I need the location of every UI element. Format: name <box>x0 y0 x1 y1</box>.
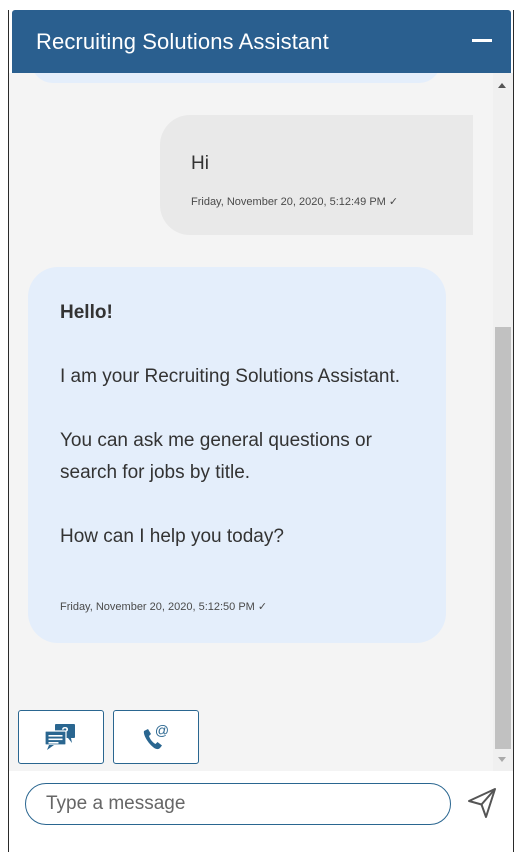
chat-window: Recruiting Solutions Assistant Hi Friday… <box>8 10 514 852</box>
bot-paragraph-help: You can ask me general questions or sear… <box>60 430 372 483</box>
bot-message-timestamp: Friday, November 20, 2020, 5:12:50 PM ✓ <box>60 601 268 613</box>
bot-paragraph-intro: I am your Recruiting Solutions Assistant… <box>60 366 401 387</box>
bot-message-body: Hello! I am your Recruiting Solutions As… <box>60 297 430 553</box>
svg-text:@: @ <box>155 722 169 738</box>
faq-quick-action-button[interactable]: ? <box>18 710 104 764</box>
message-input[interactable] <box>25 783 451 825</box>
scrollbar-thumb[interactable] <box>495 327 511 749</box>
faq-chat-icon: ? <box>44 724 75 750</box>
bot-greeting: Hello! <box>60 302 113 323</box>
send-icon <box>468 788 496 818</box>
bot-question: How can I help you today? <box>60 526 284 547</box>
chat-title: Recruiting Solutions Assistant <box>36 29 329 54</box>
scroll-up-arrow[interactable] <box>498 83 506 88</box>
phone-email-icon: @ <box>143 722 169 750</box>
chat-header: Recruiting Solutions Assistant <box>12 10 511 73</box>
message-scrollbar[interactable] <box>493 73 513 771</box>
message-list: Hi Friday, November 20, 2020, 5:12:49 PM… <box>9 73 493 771</box>
send-button[interactable] <box>466 786 498 820</box>
previous-message-bubble <box>31 73 441 83</box>
scroll-down-arrow[interactable] <box>498 757 506 762</box>
user-message-bubble: Hi Friday, November 20, 2020, 5:12:49 PM… <box>160 115 473 235</box>
minimize-button[interactable] <box>469 24 497 56</box>
bot-message-bubble: Hello! I am your Recruiting Solutions As… <box>28 267 446 643</box>
user-message-timestamp: Friday, November 20, 2020, 5:12:49 PM ✓ <box>191 196 399 208</box>
user-message-text: Hi <box>191 153 209 174</box>
contact-quick-action-button[interactable]: @ <box>113 710 199 764</box>
message-composer <box>9 771 513 852</box>
